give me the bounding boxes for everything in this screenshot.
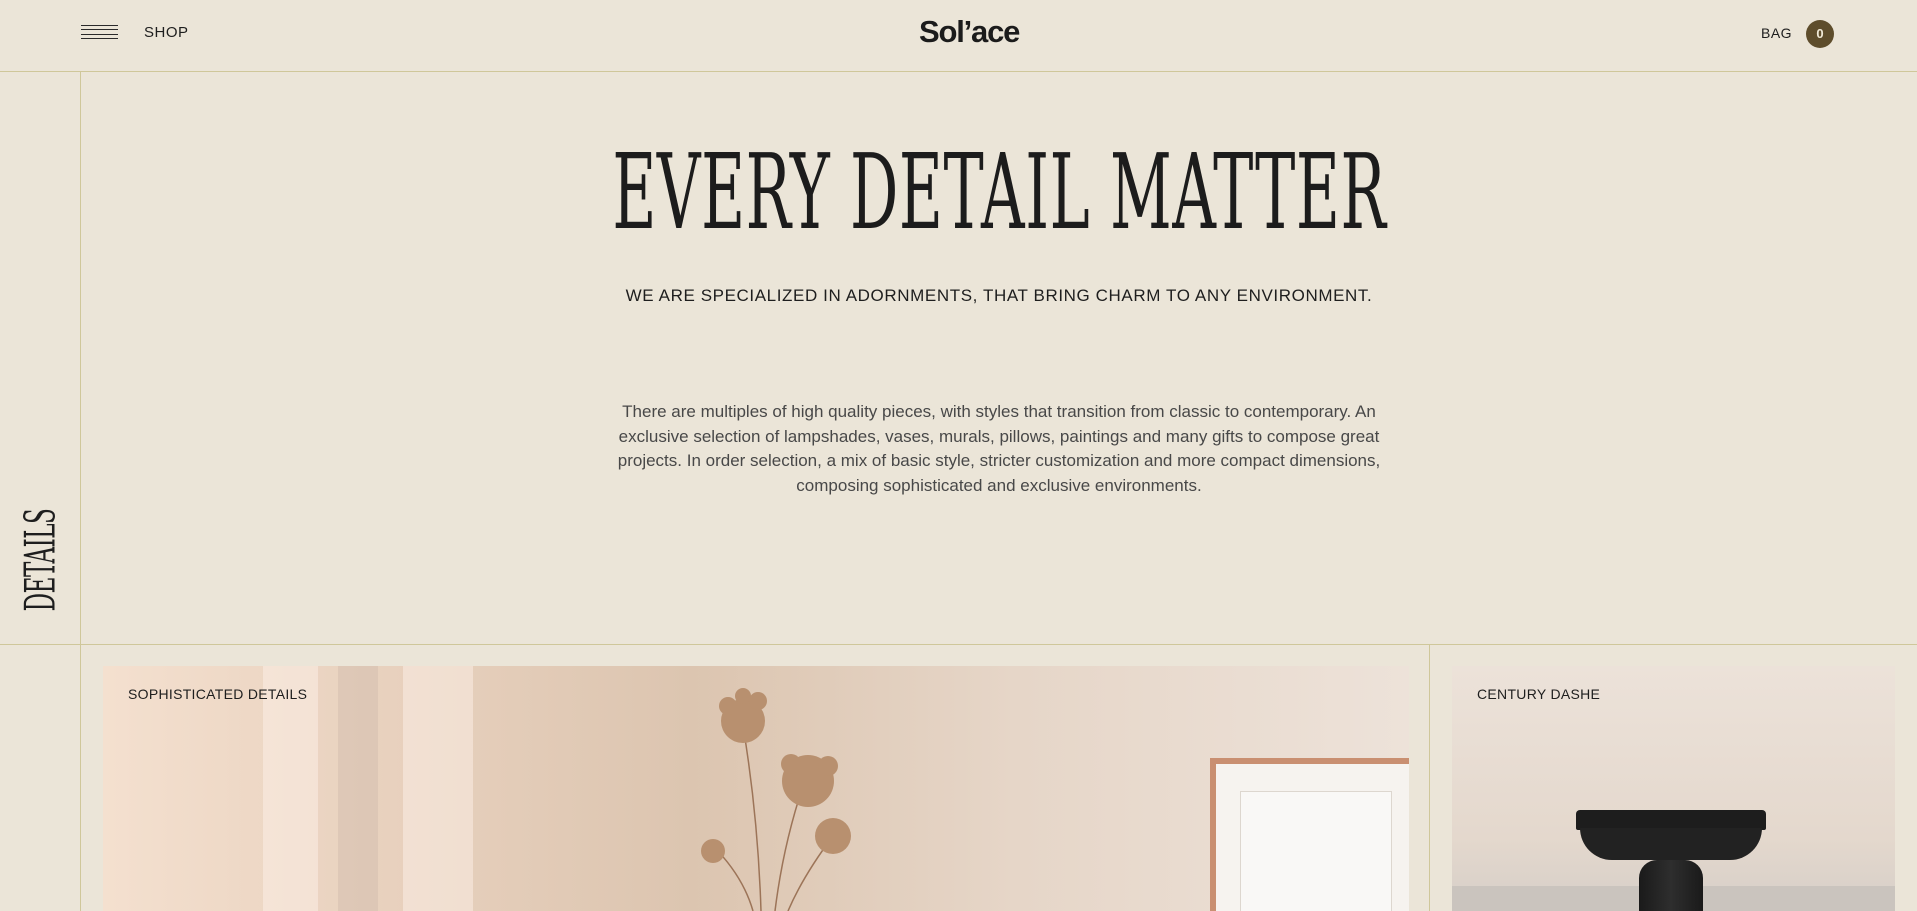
card-label: CENTURY DASHE [1477,686,1601,702]
side-section-label-text: DETAILS [15,508,65,612]
side-label-container: DETAILS [0,480,80,640]
hero-title-text: EVERY DETAIL MATTER [611,131,1387,253]
bag-count-badge[interactable]: 0 [1806,20,1834,48]
bag-link[interactable]: BAG [1761,25,1792,41]
product-card-sophisticated-details[interactable]: SOPHISTICATED DETAILS [103,666,1409,911]
dried-flowers-icon [701,688,851,911]
hero-subtitle: WE ARE SPECIALIZED IN ADORNMENTS, THAT B… [625,286,1373,305]
light-stripe [403,666,473,911]
shop-link[interactable]: SHOP [144,24,189,41]
hero-title: EVERY DETAIL MATTER [81,140,1917,244]
card-label: SOPHISTICATED DETAILS [128,686,308,702]
light-stripe [263,666,318,911]
site-logo[interactable]: Sol’ace [919,14,1020,50]
picture-frame-mat [1240,791,1392,911]
site-header: SHOP Sol’ace BAG 0 [0,0,1917,72]
bowl-rim [1576,810,1766,830]
card-column-divider [1429,644,1430,911]
shadow-stripe [338,666,378,911]
product-card-century-dashe[interactable]: CENTURY DASHE [1452,666,1895,911]
section-divider [0,644,1917,645]
bowl-pedestal [1639,860,1703,911]
hero-body-text: There are multiples of high quality piec… [617,402,1381,495]
hamburger-menu-icon[interactable] [81,25,118,43]
side-section-label: DETAILS [16,467,65,654]
bowl-body [1580,828,1762,860]
